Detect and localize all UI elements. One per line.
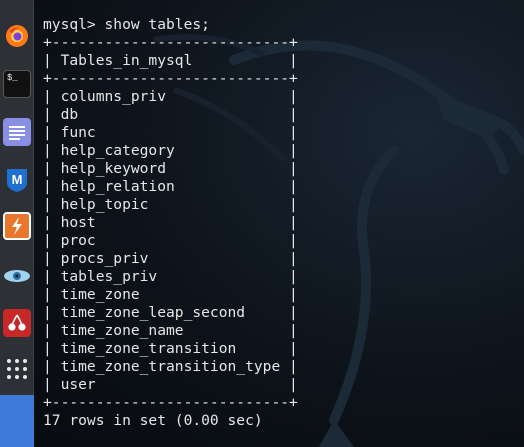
application-dock: $_ M bbox=[0, 0, 34, 447]
table-row: | help_category | bbox=[43, 142, 298, 159]
table-row: | time_zone_transition | bbox=[43, 340, 298, 357]
dock-item-terminal[interactable]: $_ bbox=[3, 70, 31, 98]
table-row: | procs_priv | bbox=[43, 250, 298, 267]
table-row: | tables_priv | bbox=[43, 268, 298, 285]
table-row: | help_topic | bbox=[43, 196, 298, 213]
notepad-icon bbox=[9, 126, 25, 140]
dock-item-maltego[interactable] bbox=[3, 262, 31, 290]
table-row: | help_relation | bbox=[43, 178, 298, 195]
table-row: | db | bbox=[43, 106, 298, 123]
eye-icon bbox=[4, 270, 30, 282]
table-row: | time_zone_name | bbox=[43, 322, 298, 339]
cherry-icon bbox=[8, 314, 26, 331]
table-row: | time_zone | bbox=[43, 286, 298, 303]
dock-item-cherrytree[interactable] bbox=[3, 309, 31, 337]
metasploit-icon: M bbox=[7, 169, 27, 192]
table-row: | user | bbox=[43, 376, 298, 393]
table-row: | help_keyword | bbox=[43, 160, 298, 177]
burpsuite-icon bbox=[12, 217, 22, 235]
table-row: | time_zone_transition_type | bbox=[43, 358, 298, 375]
dock-item-firefox[interactable] bbox=[3, 22, 31, 50]
terminal-window[interactable]: mysql> show tables; +--------------------… bbox=[34, 0, 524, 447]
table-row: | proc | bbox=[43, 232, 298, 249]
terminal-output: mysql> show tables; +--------------------… bbox=[43, 16, 298, 430]
firefox-icon bbox=[6, 25, 28, 47]
dock-item-metasploit[interactable]: M bbox=[3, 166, 31, 194]
prompt-line: mysql> show tables; bbox=[43, 16, 210, 33]
result-status: 17 rows in set (0.00 sec) bbox=[43, 412, 263, 429]
show-applications-icon[interactable] bbox=[6, 358, 28, 380]
table-header: | Tables_in_mysql | bbox=[43, 52, 298, 69]
table-row: | host | bbox=[43, 214, 298, 231]
terminal-icon: $_ bbox=[7, 73, 18, 83]
dock-item-burpsuite[interactable] bbox=[3, 212, 31, 240]
table-border-mid: +---------------------------+ bbox=[43, 70, 298, 87]
metasploit-glyph: M bbox=[12, 172, 23, 187]
table-row: | func | bbox=[43, 124, 298, 141]
table-row: | time_zone_leap_second | bbox=[43, 304, 298, 321]
table-row: | columns_priv | bbox=[43, 88, 298, 105]
dock-bottom-highlight bbox=[0, 395, 34, 447]
dock-item-text-editor[interactable] bbox=[3, 118, 31, 146]
table-border-bottom: +---------------------------+ bbox=[43, 394, 298, 411]
table-border-top: +---------------------------+ bbox=[43, 34, 298, 51]
